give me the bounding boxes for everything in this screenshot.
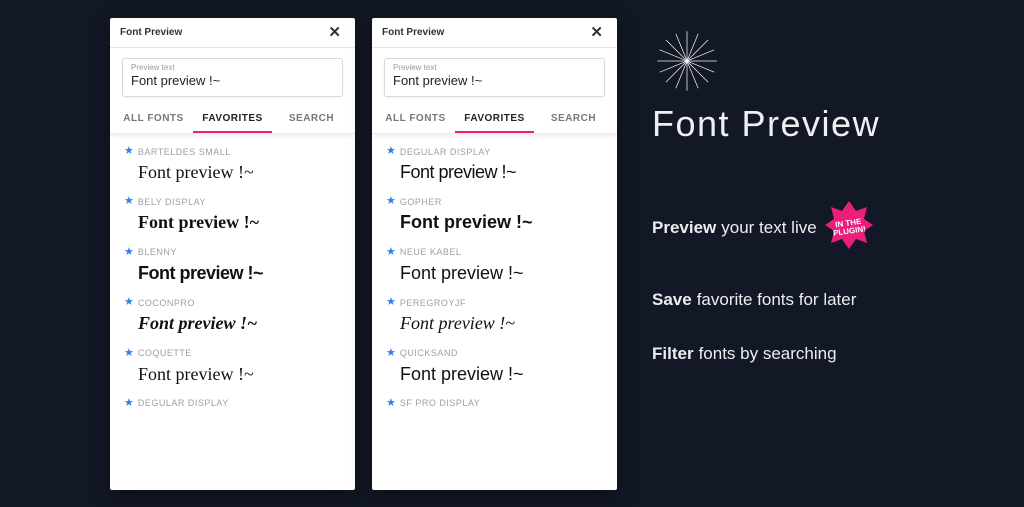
font-item-header: ★ COQUETTE <box>124 348 341 359</box>
favorite-star-icon[interactable]: ★ <box>124 247 134 258</box>
favorite-star-icon[interactable]: ★ <box>386 146 396 157</box>
font-item[interactable]: ★ QUICKSANDFont preview !~ <box>386 342 603 392</box>
panel-header: Font Preview ✕ <box>372 18 617 48</box>
font-item-header: ★ QUICKSAND <box>386 348 603 359</box>
preview-text-input[interactable]: Preview text Font preview !~ <box>384 58 605 97</box>
benefit-preview: Preview your text live IN THEPLUGIN! <box>652 199 1002 256</box>
marketing-block: Font Preview Preview your text live IN T… <box>652 30 1002 398</box>
favorite-star-icon[interactable]: ★ <box>386 348 396 359</box>
preview-text-value: Font preview !~ <box>393 73 482 88</box>
burst-badge: IN THEPLUGIN! <box>823 199 875 256</box>
favorite-star-icon[interactable]: ★ <box>124 297 134 308</box>
benefit-rest: fonts by searching <box>699 344 837 364</box>
font-name-label: GOPHER <box>400 197 442 207</box>
font-sample: Font preview !~ <box>124 359 341 390</box>
font-list[interactable]: ★DEGULAR DISPLAYFont preview !~★GOPHERFo… <box>372 134 617 490</box>
font-name-label: BELY DISPLAY <box>138 197 206 207</box>
font-item-header: ★ BARTELDES SMALL <box>124 146 341 157</box>
favorite-star-icon[interactable]: ★ <box>124 348 134 359</box>
tabs: ALL FONTS FAVORITES SEARCH <box>372 105 617 134</box>
font-item-header: ★ NEUE KABEL <box>386 247 603 258</box>
font-item[interactable]: ★ SF PRO DISPLAY <box>386 392 603 411</box>
font-name-label: QUICKSAND <box>400 348 458 358</box>
favorite-star-icon[interactable]: ★ <box>124 196 134 207</box>
font-name-label: COQUETTE <box>138 348 192 358</box>
close-icon[interactable]: ✕ <box>324 23 345 42</box>
font-item[interactable]: ★ COCONPROFont preview !~ <box>124 291 341 341</box>
favorite-star-icon[interactable]: ★ <box>124 146 134 157</box>
favorite-star-icon[interactable]: ★ <box>386 398 396 409</box>
font-item[interactable]: ★ DEGULAR DISPLAYFont preview !~ <box>386 140 603 190</box>
font-item[interactable]: ★ GOPHERFont preview !~ <box>386 190 603 240</box>
panel-header: Font Preview ✕ <box>110 18 355 48</box>
preview-text-legend: Preview text <box>393 63 596 72</box>
font-item[interactable]: ★ DEGULAR DISPLAY <box>124 392 341 411</box>
font-name-label: BARTELDES SMALL <box>138 147 231 157</box>
preview-text-input[interactable]: Preview text Font preview !~ <box>122 58 343 97</box>
font-sample: Font preview !~ <box>386 157 603 188</box>
benefit-bold: Save <box>652 290 692 310</box>
tab-all-fonts[interactable]: ALL FONTS <box>376 105 455 133</box>
font-sample: Font preview !~ <box>386 308 603 339</box>
benefit-rest: your text live <box>721 218 816 238</box>
font-item-header: ★ COCONPRO <box>124 297 341 308</box>
panel-title: Font Preview <box>382 27 444 38</box>
tab-favorites[interactable]: FAVORITES <box>455 105 534 133</box>
font-sample: Font preview !~ <box>386 207 603 238</box>
close-icon[interactable]: ✕ <box>586 23 607 42</box>
font-item-header: ★ BLENNY <box>124 247 341 258</box>
favorite-star-icon[interactable]: ★ <box>386 196 396 207</box>
favorite-star-icon[interactable]: ★ <box>386 247 396 258</box>
font-name-label: BLENNY <box>138 247 177 257</box>
font-item-header: ★ PEREGROYJF <box>386 297 603 308</box>
font-item[interactable]: ★ BARTELDES SMALLFont preview !~ <box>124 140 341 190</box>
benefit-filter: Filter fonts by searching <box>652 344 1002 364</box>
font-name-label: COCONPRO <box>138 298 195 308</box>
font-item-header: ★ SF PRO DISPLAY <box>386 398 603 409</box>
font-item-header: ★ DEGULAR DISPLAY <box>124 398 341 409</box>
font-sample: Font preview !~ <box>386 258 603 289</box>
font-list[interactable]: ★BARTELDES SMALLFont preview !~★BELY DIS… <box>110 134 355 490</box>
font-sample: Font preview !~ <box>124 258 341 289</box>
font-item[interactable]: ★ BELY DISPLAYFont preview !~ <box>124 190 341 240</box>
font-sample: Font preview !~ <box>124 207 341 238</box>
font-name-label: DEGULAR DISPLAY <box>138 398 229 408</box>
benefit-save: Save favorite fonts for later <box>652 290 1002 310</box>
font-sample: Font preview !~ <box>124 308 341 339</box>
panel-title: Font Preview <box>120 27 182 38</box>
favorite-star-icon[interactable]: ★ <box>124 398 134 409</box>
marketing-title: Font Preview <box>652 103 1002 145</box>
preview-text-legend: Preview text <box>131 63 334 72</box>
font-item-header: ★ BELY DISPLAY <box>124 196 341 207</box>
benefit-bold: Preview <box>652 218 716 238</box>
tab-search[interactable]: SEARCH <box>534 105 613 133</box>
sparkle-icon <box>656 30 718 92</box>
benefit-rest: favorite fonts for later <box>697 290 857 310</box>
font-item[interactable]: ★ PEREGROYJFFont preview !~ <box>386 291 603 341</box>
font-sample: Font preview !~ <box>124 157 341 188</box>
font-preview-panel-1: Font Preview ✕ Preview text Font preview… <box>110 18 355 490</box>
tab-all-fonts[interactable]: ALL FONTS <box>114 105 193 133</box>
tabs: ALL FONTS FAVORITES SEARCH <box>110 105 355 134</box>
favorite-star-icon[interactable]: ★ <box>386 297 396 308</box>
font-item[interactable]: ★ BLENNYFont preview !~ <box>124 241 341 291</box>
preview-text-value: Font preview !~ <box>131 73 220 88</box>
benefit-bold: Filter <box>652 344 694 364</box>
font-name-label: NEUE KABEL <box>400 247 462 257</box>
font-item[interactable]: ★ NEUE KABELFont preview !~ <box>386 241 603 291</box>
font-item-header: ★ GOPHER <box>386 196 603 207</box>
font-item-header: ★ DEGULAR DISPLAY <box>386 146 603 157</box>
font-preview-panel-2: Font Preview ✕ Preview text Font preview… <box>372 18 617 490</box>
font-name-label: PEREGROYJF <box>400 298 466 308</box>
tab-favorites[interactable]: FAVORITES <box>193 105 272 133</box>
font-name-label: SF PRO DISPLAY <box>400 398 480 408</box>
font-item[interactable]: ★ COQUETTEFont preview !~ <box>124 342 341 392</box>
font-name-label: DEGULAR DISPLAY <box>400 147 491 157</box>
font-sample: Font preview !~ <box>386 359 603 390</box>
tab-search[interactable]: SEARCH <box>272 105 351 133</box>
